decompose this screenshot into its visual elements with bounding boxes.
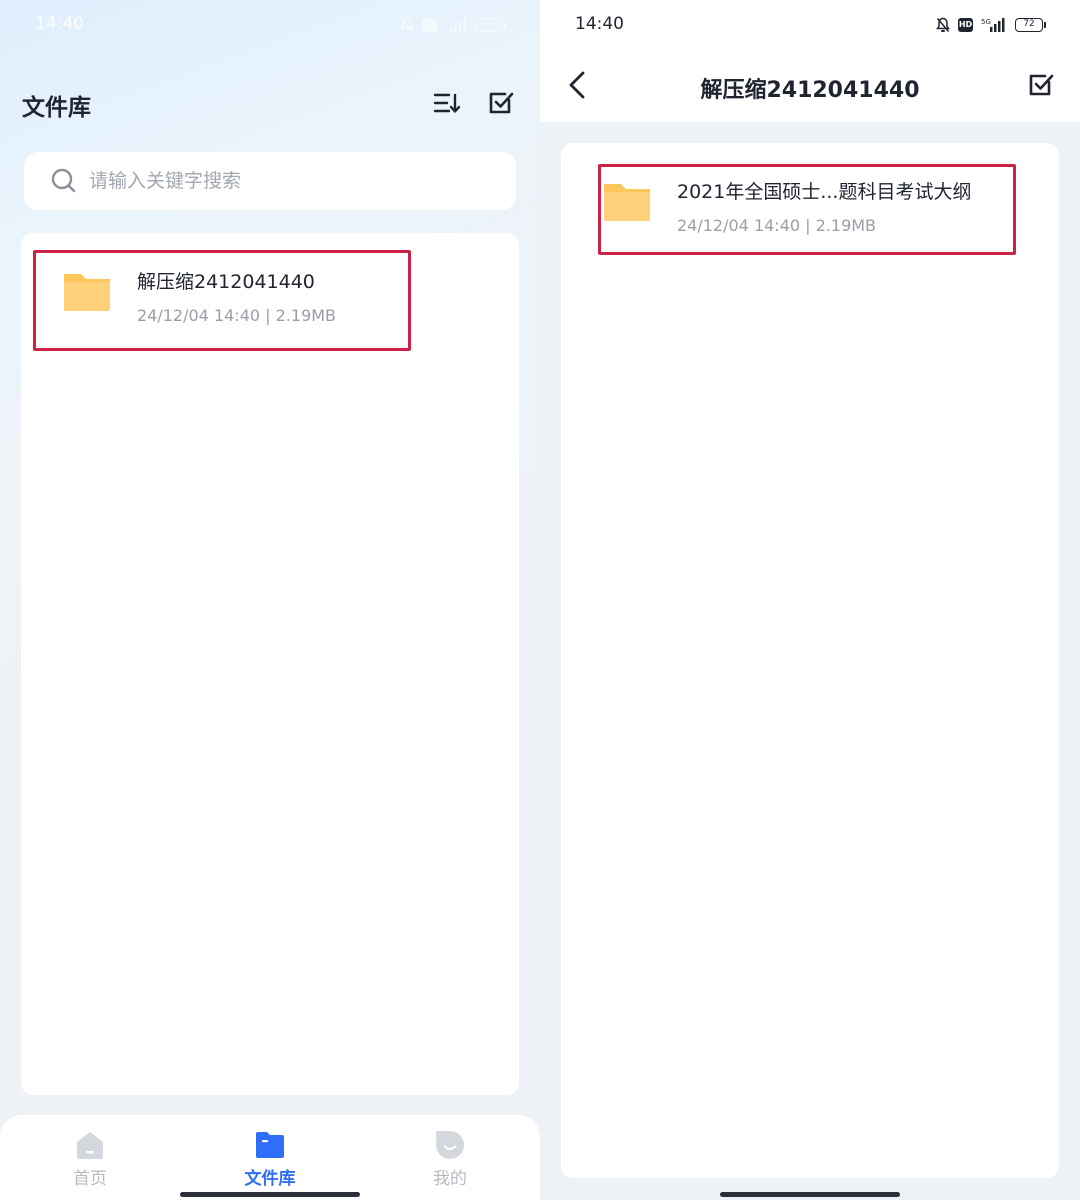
multi-select-button[interactable]: [486, 88, 516, 118]
nav-home-label: 首页: [73, 1169, 107, 1189]
home-icon: [77, 1132, 103, 1159]
multi-select-button[interactable]: [1026, 70, 1056, 100]
signal-icon: [445, 17, 467, 33]
home-indicator: [720, 1192, 900, 1197]
battery-icon: [475, 18, 506, 32]
page-title: 文件库: [22, 95, 91, 121]
hd-badge: HD: [958, 18, 973, 32]
home-indicator: [180, 1192, 360, 1197]
folder-name: 2021年全国硕士...题科目考试大纲: [677, 181, 972, 203]
status-time: 14:40: [575, 14, 624, 34]
checkbox-icon: [1029, 74, 1054, 96]
svg-text:5G: 5G: [981, 18, 991, 26]
battery-level: 72: [1015, 18, 1043, 32]
battery-icon: 72: [1015, 18, 1046, 32]
search-bar[interactable]: [24, 152, 516, 210]
status-time: 14:40: [35, 14, 84, 34]
bottom-nav: 首页 文件库 我的: [0, 1115, 540, 1200]
sort-icon: [433, 93, 461, 113]
folder-row[interactable]: 解压缩2412041440 24/12/04 14:40 | 2.19MB: [61, 267, 336, 325]
nav-profile-label: 我的: [433, 1169, 467, 1189]
search-icon: [51, 168, 77, 194]
folder-info: 解压缩2412041440 24/12/04 14:40 | 2.19MB: [137, 267, 336, 325]
status-bar: 14:40 HD 5G 72: [540, 0, 1080, 50]
file-library-screen: 14:40 文件库 请输入关键字搜索 解压缩2412041440 24/12/0…: [0, 0, 540, 1200]
nav-profile[interactable]: 我的: [390, 1129, 510, 1189]
sort-button[interactable]: [432, 88, 462, 118]
folder-icon: [601, 181, 653, 223]
nav-header: 解压缩2412041440: [540, 50, 1080, 122]
signal-icon: 5G: [981, 17, 1007, 33]
status-icons: HD 5G 72: [936, 14, 1046, 36]
folder-detail-screen: 14:40 HD 5G 72 解压缩2412041440 2021年全国硕士..…: [540, 0, 1080, 1200]
file-list: 解压缩2412041440 24/12/04 14:40 | 2.19MB: [21, 233, 519, 1095]
folder-icon: [256, 1132, 284, 1158]
folder-meta: 24/12/04 14:40 | 2.19MB: [677, 216, 877, 235]
checkbox-icon: [489, 92, 514, 114]
search-input[interactable]: [89, 170, 469, 192]
folder-icon: [61, 271, 113, 313]
nav-file-library[interactable]: 文件库: [210, 1129, 330, 1189]
profile-icon: [436, 1131, 464, 1159]
mute-icon: [936, 17, 950, 33]
folder-title: 解压缩2412041440: [700, 78, 920, 103]
folder-meta: 24/12/04 14:40 | 2.19MB: [137, 306, 337, 325]
status-icons: [400, 14, 506, 36]
mute-icon: [400, 17, 414, 33]
file-list: 2021年全国硕士...题科目考试大纲 24/12/04 14:40 | 2.1…: [561, 143, 1059, 1178]
nav-home[interactable]: 首页: [30, 1129, 150, 1189]
folder-info: 2021年全国硕士...题科目考试大纲 24/12/04 14:40 | 2.1…: [677, 177, 971, 235]
folder-row[interactable]: 2021年全国硕士...题科目考试大纲 24/12/04 14:40 | 2.1…: [601, 177, 971, 235]
status-bar: 14:40: [0, 0, 540, 50]
nav-file-library-label: 文件库: [244, 1169, 296, 1189]
folder-name: 解压缩2412041440: [137, 271, 315, 293]
hd-badge: [422, 18, 437, 32]
